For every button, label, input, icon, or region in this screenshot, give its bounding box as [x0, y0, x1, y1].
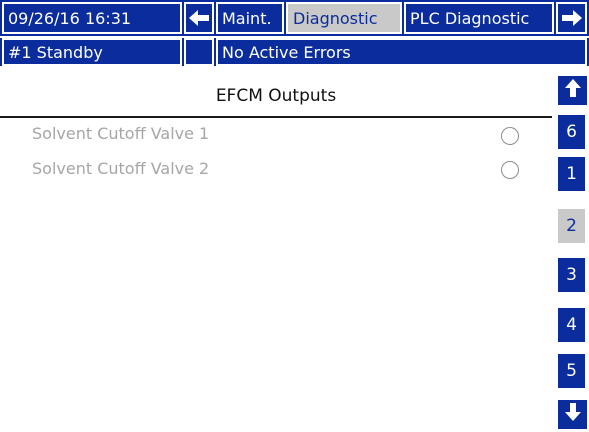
datetime-display: 09/26/16 16:31 [2, 2, 182, 34]
page-up-button[interactable] [558, 76, 587, 105]
error-status-text: No Active Errors [222, 42, 351, 62]
system-status: #1 Standby [2, 38, 182, 66]
page-button-1[interactable]: 1 [556, 155, 587, 193]
page-down-button[interactable] [558, 400, 587, 429]
tab-diagnostic[interactable]: Diagnostic [286, 2, 402, 34]
tab-diagnostic-label: Diagnostic [293, 8, 378, 28]
datetime-text: 09/26/16 16:31 [8, 8, 132, 28]
system-status-text: #1 Standby [8, 42, 103, 62]
arrow-left-icon [189, 10, 209, 26]
output-row-label: Solvent Cutoff Valve 1 [32, 124, 210, 143]
page-button-2[interactable]: 2 [556, 207, 587, 245]
tab-plc-diagnostic[interactable]: PLC Diagnostic [404, 2, 554, 34]
page-button-5-label: 5 [566, 361, 577, 381]
next-tab-button[interactable] [556, 2, 587, 34]
page-button-1-label: 1 [566, 164, 577, 184]
status-indicator-box [184, 38, 214, 66]
arrow-up-icon [564, 79, 581, 102]
page-button-3[interactable]: 3 [556, 256, 587, 294]
page-button-4-label: 4 [566, 315, 577, 335]
title-divider [0, 116, 552, 118]
arrow-right-icon [561, 10, 582, 26]
tab-maint[interactable]: Maint. [216, 2, 284, 34]
page-button-3-label: 3 [566, 265, 577, 285]
tab-plc-diagnostic-label: PLC Diagnostic [410, 8, 530, 28]
page-button-5[interactable]: 5 [556, 352, 587, 390]
tab-maint-label: Maint. [222, 8, 272, 28]
error-status: No Active Errors [216, 38, 587, 66]
page-title: EFCM Outputs [215, 86, 337, 106]
page-button-6-label: 6 [566, 122, 577, 142]
arrow-down-icon [564, 403, 581, 426]
page-button-6[interactable]: 6 [556, 113, 587, 151]
page-button-4[interactable]: 4 [556, 306, 587, 344]
output-row-label: Solvent Cutoff Valve 2 [32, 159, 210, 178]
prev-tab-button[interactable] [184, 2, 214, 34]
radio-indicator-icon [501, 127, 519, 145]
page-button-2-label: 2 [566, 216, 577, 236]
radio-indicator-icon [501, 161, 519, 179]
